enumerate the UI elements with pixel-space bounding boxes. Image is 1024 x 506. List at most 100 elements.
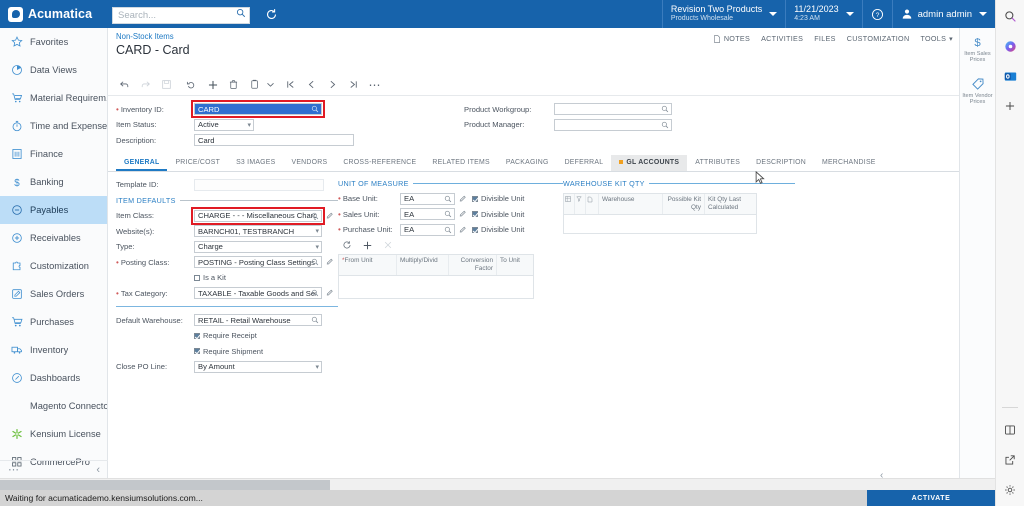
add-row-button[interactable]: [362, 240, 373, 254]
is-a-kit-checkbox[interactable]: Is a Kit: [194, 273, 226, 282]
open-external-icon[interactable]: [1002, 452, 1018, 468]
tab-general[interactable]: GENERAL: [116, 155, 168, 171]
product-manager-input[interactable]: [554, 118, 672, 131]
ellipsis-icon[interactable]: ⋯: [8, 463, 19, 476]
require-shipment-checkbox[interactable]: Require Shipment: [194, 347, 263, 356]
tab-gl-accounts[interactable]: GL ACCOUNTS: [611, 154, 688, 171]
grid-icon-column-header[interactable]: [575, 193, 586, 214]
tab-merchandise[interactable]: MERCHANDISE: [814, 155, 884, 171]
require-receipt-checkbox[interactable]: Require Receipt: [194, 331, 257, 340]
sidebar-item-favorites[interactable]: Favorites: [0, 28, 107, 56]
grid-column-header[interactable]: Warehouse: [599, 193, 663, 214]
edit-item-class-icon[interactable]: [325, 210, 334, 221]
sidebar-item-dashboards[interactable]: Dashboards: [0, 364, 107, 392]
activities-link[interactable]: ACTIVITIES: [761, 34, 803, 43]
grid-empty-body[interactable]: [339, 275, 533, 298]
tab-deferral[interactable]: DEFERRAL: [557, 155, 612, 171]
sidebar-item-purchases[interactable]: Purchases: [0, 308, 107, 336]
business-date-selector[interactable]: 11/21/2023 4:23 AM: [785, 0, 861, 28]
copy-paste-button[interactable]: [244, 74, 265, 95]
lookup-icon[interactable]: [444, 195, 452, 203]
add-new-record-button[interactable]: [202, 74, 223, 95]
outlook-icon[interactable]: [1002, 68, 1018, 84]
sidebar-item-payables[interactable]: Payables: [0, 196, 107, 224]
tab-price-cost[interactable]: PRICE/COST: [167, 155, 228, 171]
forward-button[interactable]: [135, 74, 156, 95]
sidebar-item-magento-connector[interactable]: Magento Connector: [0, 392, 107, 420]
grid-column-header[interactable]: To Unit: [497, 255, 533, 275]
copy-paste-dropdown[interactable]: [265, 74, 276, 95]
item-status-select[interactable]: Active ▾: [194, 118, 254, 131]
base-unit-divisible-checkbox[interactable]: Divisible Unit: [472, 194, 524, 203]
lookup-icon[interactable]: [311, 316, 319, 324]
user-menu[interactable]: admin admin: [891, 0, 995, 28]
lookup-icon[interactable]: [444, 226, 452, 234]
company-selector[interactable]: Revision Two Products Products Wholesale: [661, 0, 785, 28]
sidebar-item-receivables[interactable]: Receivables: [0, 224, 107, 252]
sales-unit-input[interactable]: EA: [400, 208, 455, 220]
scrollbar-thumb[interactable]: [0, 480, 330, 490]
previous-record-button[interactable]: [301, 74, 322, 95]
edit-base-unit-icon[interactable]: [458, 193, 467, 204]
tab-vendors[interactable]: VENDORS: [283, 155, 335, 171]
lookup-icon[interactable]: [661, 121, 669, 129]
edit-posting-class-icon[interactable]: [325, 257, 334, 268]
undo-button[interactable]: [181, 74, 202, 95]
sidebar-item-material-requirements[interactable]: Material Requirem...: [0, 84, 107, 112]
lookup-icon[interactable]: [311, 258, 319, 266]
edit-purchase-unit-icon[interactable]: [458, 224, 467, 235]
lookup-icon[interactable]: [661, 105, 669, 113]
grid-empty-body[interactable]: [564, 214, 756, 233]
grid-column-header[interactable]: Conversion Factor: [449, 254, 497, 275]
lookup-icon[interactable]: [311, 105, 319, 113]
tools-menu[interactable]: TOOLS ▾: [920, 34, 953, 43]
websites-select[interactable]: BARNCH01, TESTBRANCH ▾: [194, 225, 322, 237]
sidebar-item-time-and-expenses[interactable]: Time and Expenses: [0, 112, 107, 140]
close-po-line-select[interactable]: By Amount ▾: [194, 360, 322, 373]
tab-attributes[interactable]: ATTRIBUTES: [687, 155, 748, 171]
chevron-left-icon[interactable]: ‹: [96, 464, 100, 476]
default-warehouse-input[interactable]: RETAIL - Retail Warehouse: [194, 314, 322, 326]
item-class-input[interactable]: CHARGE - - - Miscellaneous Charg: [191, 206, 325, 225]
refresh-page-button[interactable]: [260, 3, 282, 25]
sidebar-item-inventory[interactable]: Inventory: [0, 336, 107, 364]
horizontal-scrollbar[interactable]: [0, 478, 995, 490]
tab-cross-reference[interactable]: CROSS-REFERENCE: [335, 155, 424, 171]
tab-related-items[interactable]: RELATED ITEMS: [424, 155, 498, 171]
lookup-icon[interactable]: [311, 212, 319, 220]
lookup-icon[interactable]: [311, 289, 319, 297]
grid-icon-column-header[interactable]: [586, 193, 599, 214]
notes-link[interactable]: NOTES: [713, 34, 750, 43]
posting-class-input[interactable]: POSTING - Posting Class Settings: [194, 256, 322, 268]
inventory-id-input[interactable]: CARD: [191, 100, 325, 118]
files-link[interactable]: FILES: [814, 34, 835, 43]
copilot-icon[interactable]: [1002, 38, 1018, 54]
sidebar-item-finance[interactable]: Finance: [0, 140, 107, 168]
grid-column-header[interactable]: Multiply/Divid: [397, 254, 449, 275]
grid-column-header[interactable]: *From Unit: [339, 254, 397, 275]
tax-category-input[interactable]: TAXABLE - Taxable Goods and Servic: [194, 287, 322, 299]
refresh-grid-button[interactable]: [342, 240, 352, 253]
first-record-button[interactable]: [280, 74, 301, 95]
edit-tax-category-icon[interactable]: [325, 288, 334, 299]
customization-link[interactable]: CUSTOMIZATION: [847, 34, 910, 43]
delete-row-button[interactable]: [383, 240, 393, 253]
purchase-unit-divisible-checkbox[interactable]: Divisible Unit: [472, 225, 524, 234]
save-button[interactable]: [156, 74, 177, 95]
grid-column-header[interactable]: Possible Kit Qty: [663, 193, 705, 214]
description-input[interactable]: Card: [194, 134, 354, 146]
purchase-unit-input[interactable]: EA: [400, 223, 455, 236]
template-id-input[interactable]: [194, 178, 324, 191]
item-sales-prices-button[interactable]: $ Item Sales Prices: [960, 34, 995, 64]
tab-s3-images[interactable]: S3 IMAGES: [228, 155, 283, 171]
sidebar-item-kensium-license[interactable]: Kensium License: [0, 420, 107, 448]
tab-description[interactable]: DESCRIPTION: [748, 155, 814, 171]
sidebar-item-banking[interactable]: $ Banking: [0, 168, 107, 196]
grid-icon-column-header[interactable]: [564, 193, 575, 214]
product-workgroup-input[interactable]: [554, 103, 672, 115]
activate-windows-banner[interactable]: ACTIVATE: [867, 490, 995, 506]
split-screen-icon[interactable]: [1002, 422, 1018, 438]
settings-gear-icon[interactable]: [1002, 482, 1018, 498]
help-button[interactable]: ?: [861, 0, 892, 28]
brand-logo-area[interactable]: Acumatica: [0, 0, 108, 28]
